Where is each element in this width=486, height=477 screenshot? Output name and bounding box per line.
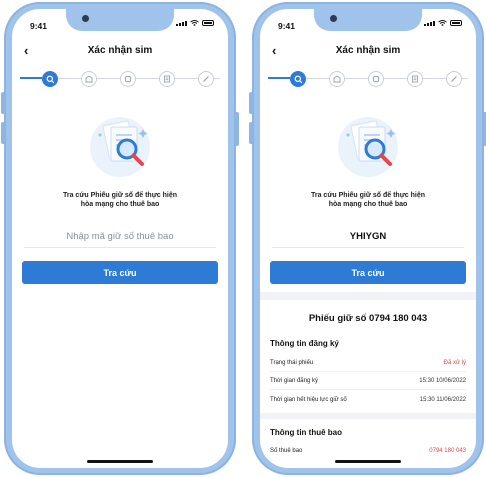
result-title: Phiếu giữ số 0794 180 043 xyxy=(308,313,428,324)
lookup-caption: Tra cứu Phiếu giữ số để thực hiện hòa mạ… xyxy=(12,191,228,209)
phone-frame-left: 9:41 ‹ Xác nhận sim Tra cứu Phiếu giữ số… xyxy=(1,2,239,475)
wifi-icon xyxy=(438,20,447,26)
row-value: 15:30 10/06/2022 xyxy=(419,378,466,384)
wifi-icon xyxy=(190,20,199,26)
registration-title: Thông tin đăng ký xyxy=(270,339,339,348)
subscriber-title: Thông tin thuê bao xyxy=(270,428,342,437)
stepper-line xyxy=(20,77,42,79)
status-icons xyxy=(424,20,462,26)
info-row: Thời gian hết hiệu lực giữ số 15:30 11/0… xyxy=(270,394,466,406)
step-sign[interactable] xyxy=(198,71,214,87)
caption-line: Tra cứu Phiếu giữ số để thực hiện xyxy=(62,192,177,199)
section-divider xyxy=(260,413,476,419)
home-indicator xyxy=(87,460,153,463)
search-button[interactable]: Tra cứu xyxy=(22,261,218,284)
phone-number-value: 0794 180 043 xyxy=(429,448,466,454)
step-document[interactable] xyxy=(159,71,175,87)
document-icon xyxy=(164,75,170,83)
search-document-illustration xyxy=(90,117,150,177)
notch xyxy=(314,9,422,31)
info-row: Trạng thái phiếu Đã xử lý xyxy=(270,357,466,369)
status-time: 9:41 xyxy=(30,21,48,31)
step-sim[interactable] xyxy=(368,71,384,87)
step-sign[interactable] xyxy=(446,71,462,87)
search-icon xyxy=(294,75,302,83)
battery-icon xyxy=(202,20,214,26)
code-input[interactable]: Nhập mã giữ số thuê bao xyxy=(24,226,216,248)
row-label: Thời gian hết hiệu lực giữ số xyxy=(270,397,347,403)
step-search[interactable] xyxy=(290,71,306,87)
store-icon xyxy=(85,75,93,83)
section-divider xyxy=(260,292,476,300)
step-store[interactable] xyxy=(81,71,97,87)
home-indicator xyxy=(335,460,401,463)
info-row: Thời gian đăng ký 15:30 10/06/2022 xyxy=(270,375,466,387)
sim-icon xyxy=(373,76,379,82)
status-time: 9:41 xyxy=(278,21,296,31)
phone-frame-right: 9:41 ‹ Xác nhận sim Tra cứu Phiếu giữ số… xyxy=(249,2,486,475)
camera-icon xyxy=(82,15,89,22)
search-icon xyxy=(46,75,54,83)
signal-icon xyxy=(176,21,187,26)
signal-icon xyxy=(424,21,435,26)
battery-icon xyxy=(450,20,462,26)
volume-button xyxy=(249,122,253,144)
row-divider xyxy=(270,389,466,390)
search-button[interactable]: Tra cứu xyxy=(270,261,466,284)
code-input[interactable]: YHIYGN xyxy=(272,226,464,248)
caption-line: Tra cứu Phiếu giữ số để thực hiện xyxy=(310,192,425,199)
nav-bar: ‹ Xác nhận sim xyxy=(12,41,228,61)
stepper xyxy=(20,68,220,90)
caption-line: hòa mạng cho thuê bao xyxy=(80,201,160,208)
stepper-line xyxy=(268,77,290,79)
lookup-caption: Tra cứu Phiếu giữ số để thực hiện hòa mạ… xyxy=(260,191,476,209)
page-title: Xác nhận sim xyxy=(87,45,153,56)
store-icon xyxy=(333,75,341,83)
step-sim[interactable] xyxy=(120,71,136,87)
screen-right: 9:41 ‹ Xác nhận sim Tra cứu Phiếu giữ số… xyxy=(260,9,476,468)
row-label: Trạng thái phiếu xyxy=(270,360,314,366)
status-icons xyxy=(176,20,214,26)
step-store[interactable] xyxy=(329,71,345,87)
step-document[interactable] xyxy=(407,71,423,87)
stepper xyxy=(268,68,468,90)
pen-icon xyxy=(203,76,209,82)
pen-icon xyxy=(451,76,457,82)
volume-button xyxy=(1,92,5,114)
notch xyxy=(66,9,174,31)
volume-button xyxy=(249,92,253,114)
document-icon xyxy=(412,75,418,83)
screen-left: 9:41 ‹ Xác nhận sim Tra cứu Phiếu giữ số… xyxy=(12,9,228,468)
search-document-illustration xyxy=(338,117,398,177)
sim-icon xyxy=(125,76,131,82)
row-divider xyxy=(270,371,466,372)
caption-line: hòa mạng cho thuê bao xyxy=(328,201,408,208)
volume-button xyxy=(1,122,5,144)
info-row: Số thuê bao 0794 180 043 xyxy=(270,445,466,457)
row-label: Số thuê bao xyxy=(270,448,303,454)
step-search[interactable] xyxy=(42,71,58,87)
nav-bar: ‹ Xác nhận sim xyxy=(260,41,476,61)
camera-icon xyxy=(330,15,337,22)
row-label: Thời gian đăng ký xyxy=(270,378,318,384)
page-title: Xác nhận sim xyxy=(335,45,401,56)
row-value: 15:30 11/06/2022 xyxy=(419,397,466,403)
status-value: Đã xử lý xyxy=(443,360,466,366)
power-button xyxy=(235,112,239,146)
